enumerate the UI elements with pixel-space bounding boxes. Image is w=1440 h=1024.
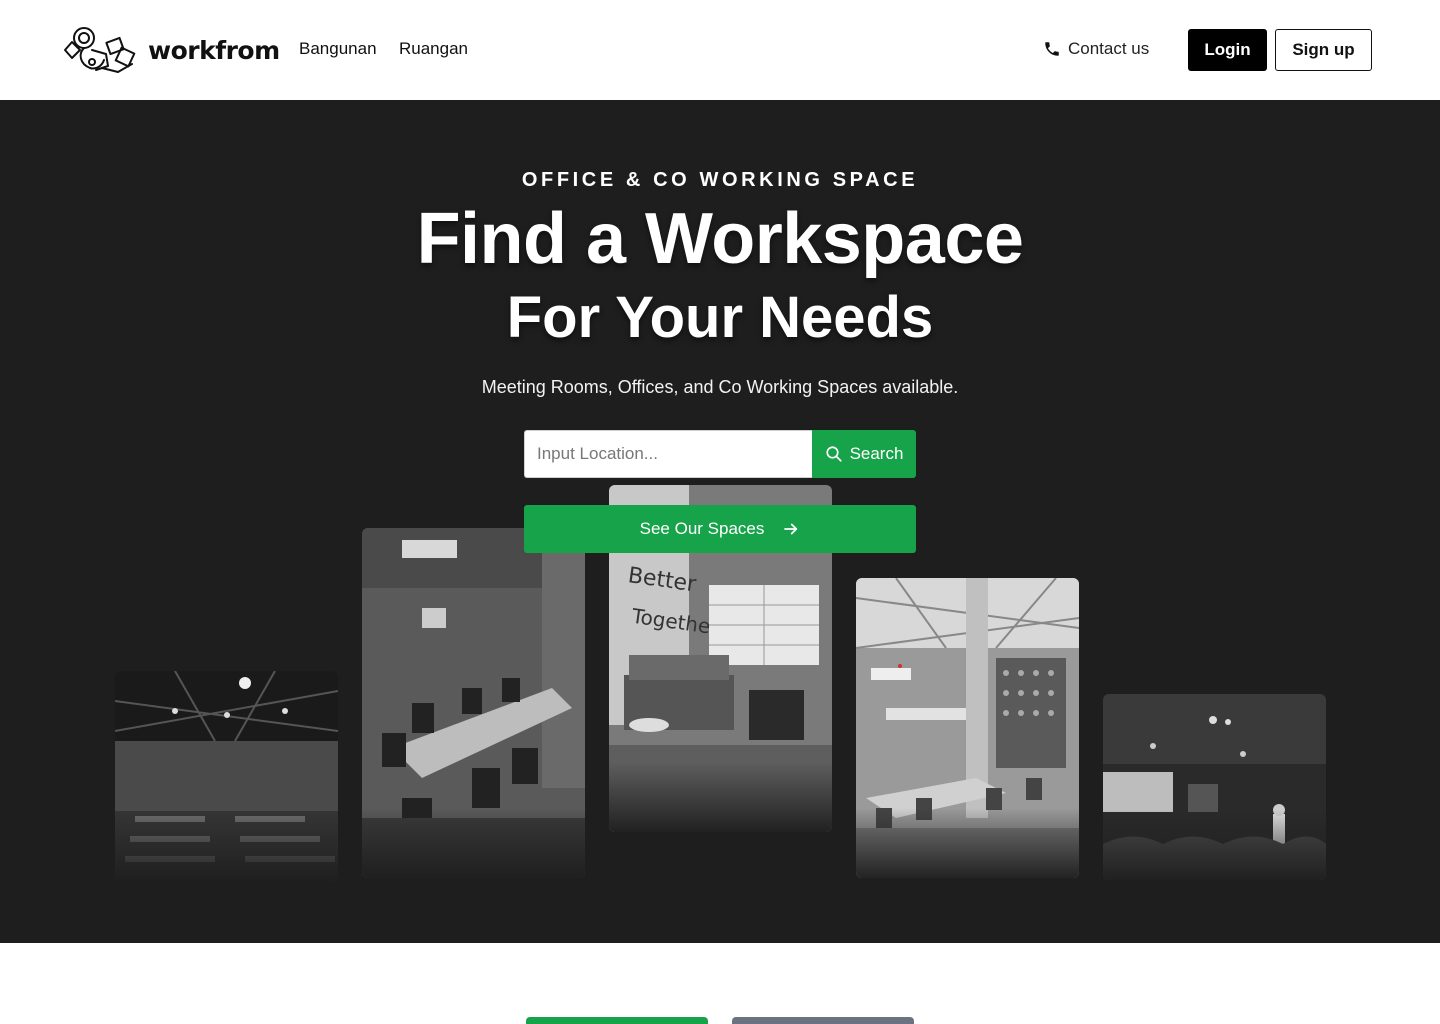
hero-title-secondary: For Your Needs [506, 285, 934, 350]
search-button-label: Search [849, 444, 904, 463]
nav-link-ruangan[interactable]: Ruangan [399, 39, 468, 59]
arrow-right-icon [784, 523, 798, 535]
location-search: Search [524, 430, 916, 478]
section-tab-button-primary[interactable] [526, 1017, 708, 1024]
nav-link-bangunan[interactable]: Bangunan [299, 39, 377, 59]
photo-presentation-room [1103, 694, 1326, 880]
section-tab-button-secondary[interactable] [732, 1017, 914, 1024]
photo-event-hall [115, 671, 338, 881]
logo-text: workfrom [148, 35, 280, 65]
hero-section: OFFICE & CO WORKING SPACE Find a Workspa… [0, 100, 1440, 943]
location-search-input[interactable] [524, 430, 812, 478]
signup-button[interactable]: Sign up [1275, 29, 1372, 71]
hero-eyebrow: OFFICE & CO WORKING SPACE [521, 169, 919, 191]
photo-coworking-area [856, 578, 1079, 878]
hero-title: Find a Workspace [416, 199, 1024, 279]
logo[interactable]: workfrom [62, 24, 280, 76]
contact-us-link[interactable]: Contact us [1043, 39, 1149, 59]
search-icon [825, 446, 842, 462]
see-our-spaces-label: See Our Spaces [639, 519, 765, 538]
site-header: workfrom Bangunan Ruangan Contact us Log… [0, 0, 1440, 100]
search-button[interactable]: Search [812, 430, 916, 478]
see-our-spaces-button[interactable]: See Our Spaces [524, 505, 916, 553]
photo-meeting-room [362, 528, 585, 878]
login-button[interactable]: Login [1188, 29, 1267, 71]
hero-subtitle: Meeting Rooms, Offices, and Co Working S… [481, 377, 959, 397]
logo-icon [64, 27, 136, 73]
contact-us-label: Contact us [1068, 39, 1150, 58]
phone-icon [1045, 42, 1059, 56]
